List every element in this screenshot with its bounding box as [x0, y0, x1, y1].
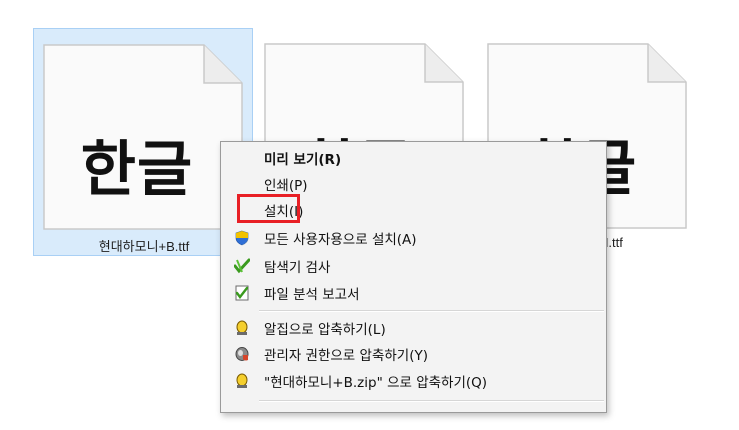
alzip-admin-icon	[234, 346, 250, 362]
menu-item-install-all-users[interactable]: 모든 사용자용으로 설치(A)	[221, 226, 606, 250]
context-menu: 미리 보기(R) 인쇄(P) 설치(I) 모든 사용자용으로 설치(A) 탐색기…	[220, 141, 607, 413]
alzip-icon	[234, 320, 250, 336]
menu-item-label: 관리자 권한으로 압축하기(Y)	[264, 348, 428, 364]
menu-item-admin-compress[interactable]: 관리자 권한으로 압축하기(Y)	[221, 342, 606, 366]
menu-item-preview[interactable]: 미리 보기(R)	[221, 146, 606, 170]
menu-item-print[interactable]: 인쇄(P)	[221, 172, 606, 196]
menu-item-install[interactable]: 설치(I)	[221, 198, 606, 222]
menu-item-label: 탐색기 검사	[264, 260, 331, 276]
menu-item-label: 미리 보기(R)	[264, 152, 342, 168]
menu-item-zip-named[interactable]: "현대하모니+B.zip" 으로 압축하기(Q)	[221, 369, 606, 393]
font-preview-glyph: 한글	[80, 135, 194, 205]
v3-report-icon	[234, 285, 250, 301]
menu-item-label: 알집으로 압축하기(L)	[264, 322, 386, 338]
menu-item-file-report[interactable]: 파일 분석 보고서	[221, 281, 606, 305]
v3-scan-icon	[233, 258, 251, 274]
menu-item-explorer-scan[interactable]: 탐색기 검사	[221, 254, 606, 278]
menu-separator	[259, 400, 604, 402]
menu-item-label: 모든 사용자용으로 설치(A)	[264, 232, 417, 248]
alzip-icon	[234, 373, 250, 389]
uac-shield-icon	[234, 230, 250, 246]
menu-item-label: "현대하모니+B.zip" 으로 압축하기(Q)	[264, 375, 488, 391]
menu-separator	[259, 310, 604, 312]
menu-item-label: 설치(I)	[264, 204, 304, 220]
menu-item-label: 인쇄(P)	[264, 178, 308, 194]
menu-item-label: 파일 분석 보고서	[264, 287, 360, 303]
font-file-icon: 한글	[42, 43, 246, 231]
menu-item-alzip-compress[interactable]: 알집으로 압축하기(L)	[221, 316, 606, 340]
